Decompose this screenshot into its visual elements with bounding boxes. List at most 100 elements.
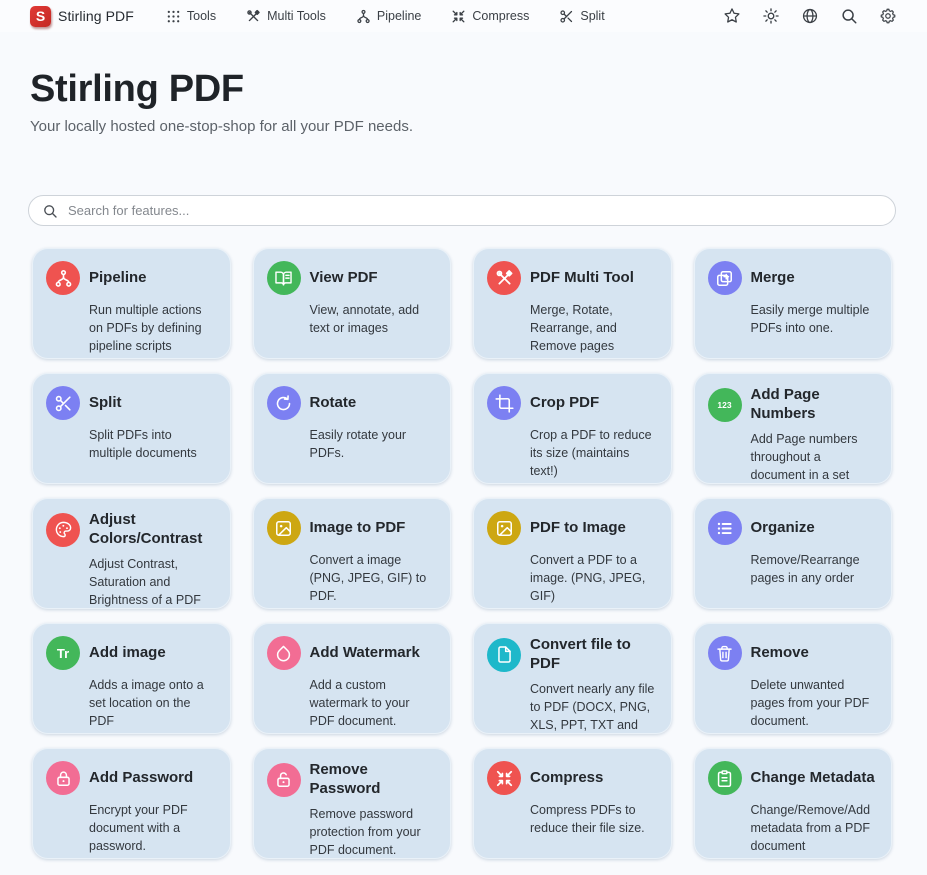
card-description: Convert a image (PNG, JPEG, GIF) to PDF. xyxy=(310,551,438,605)
globe-icon[interactable] xyxy=(801,7,819,25)
merge-icon xyxy=(708,261,742,295)
card-title: Add Watermark xyxy=(310,644,420,663)
card-title: Change Metadata xyxy=(751,769,875,788)
tools-icon xyxy=(487,261,521,295)
card-description: View, annotate, add text or images xyxy=(310,301,438,337)
tool-card-pdf-to-image[interactable]: PDF to Image Convert a PDF to a image. (… xyxy=(473,498,672,609)
card-title: Rotate xyxy=(310,394,357,413)
page-subtitle: Your locally hosted one-stop-shop for al… xyxy=(30,118,897,135)
tool-card-rotate[interactable]: Rotate Easily rotate your PDFs. xyxy=(253,373,452,484)
card-title: Pipeline xyxy=(89,269,147,288)
nav-item-label: Compress xyxy=(472,9,529,23)
card-description: Split PDFs into multiple documents xyxy=(89,426,217,462)
nav-item-pipeline[interactable]: Pipeline xyxy=(356,9,421,24)
text-icon: Tr xyxy=(46,636,80,670)
card-description: Encrypt your PDF document with a passwor… xyxy=(89,801,217,855)
brand-label: Stirling PDF xyxy=(58,8,134,24)
card-description: Remove password protection from your PDF… xyxy=(310,805,438,859)
card-description: Adjust Contrast, Saturation and Brightne… xyxy=(89,555,217,609)
card-description: Easily rotate your PDFs. xyxy=(310,426,438,462)
tools-icon xyxy=(246,9,261,24)
trash-icon xyxy=(708,636,742,670)
sun-icon[interactable] xyxy=(762,7,780,25)
tool-card-add-image[interactable]: Tr Add image Adds a image onto a set loc… xyxy=(32,623,231,734)
unlock-icon xyxy=(267,763,301,797)
nav-item-label: Pipeline xyxy=(377,9,421,23)
card-description: Merge, Rotate, Rearrange, and Remove pag… xyxy=(530,301,658,355)
nav-item-split[interactable]: Split xyxy=(559,9,604,24)
nav-items: Tools Multi Tools Pipeline Compress Spli… xyxy=(166,9,605,24)
card-description: Adds a image onto a set location on the … xyxy=(89,676,217,730)
droplet-icon xyxy=(267,636,301,670)
tool-card-pdf-multi-tool[interactable]: PDF Multi Tool Merge, Rotate, Rearrange,… xyxy=(473,248,672,359)
list-icon xyxy=(708,511,742,545)
nav-item-multi-tools[interactable]: Multi Tools xyxy=(246,9,326,24)
tool-card-image-to-pdf[interactable]: Image to PDF Convert a image (PNG, JPEG,… xyxy=(253,498,452,609)
card-description: Crop a PDF to reduce its size (maintains… xyxy=(530,426,658,480)
card-description: Easily merge multiple PDFs into one. xyxy=(751,301,879,337)
tool-card-organize[interactable]: Organize Remove/Rearrange pages in any o… xyxy=(694,498,893,609)
card-title: Convert file to PDF xyxy=(530,636,658,674)
image-icon xyxy=(267,511,301,545)
card-title: Add Page Numbers xyxy=(751,386,879,424)
file-icon xyxy=(487,638,521,672)
card-title: PDF to Image xyxy=(530,519,626,538)
card-title: Compress xyxy=(530,769,603,788)
card-description: Convert a PDF to a image. (PNG, JPEG, GI… xyxy=(530,551,658,605)
search-icon[interactable] xyxy=(840,7,858,25)
brand-home-link[interactable]: S Stirling PDF xyxy=(30,6,134,27)
star-icon[interactable] xyxy=(723,7,741,25)
crop-icon xyxy=(487,386,521,420)
compress-icon xyxy=(487,761,521,795)
stirling-logo-icon: S xyxy=(30,6,51,27)
navbar: S Stirling PDF Tools Multi Tools Pipelin… xyxy=(0,0,927,32)
search-section xyxy=(0,135,927,226)
tool-card-adjust-colors-contrast[interactable]: Adjust Colors/Contrast Adjust Contrast, … xyxy=(32,498,231,609)
clipboard-icon xyxy=(708,761,742,795)
tool-card-add-page-numbers[interactable]: 123 Add Page Numbers Add Page numbers th… xyxy=(694,373,893,484)
pipeline-icon xyxy=(46,261,80,295)
card-description: Compress PDFs to reduce their file size. xyxy=(530,801,658,837)
search-input[interactable] xyxy=(29,196,895,225)
tool-card-pipeline[interactable]: Pipeline Run multiple actions on PDFs by… xyxy=(32,248,231,359)
card-description: Convert nearly any file to PDF (DOCX, PN… xyxy=(530,680,658,735)
tool-card-merge[interactable]: Merge Easily merge multiple PDFs into on… xyxy=(694,248,893,359)
card-title: Crop PDF xyxy=(530,394,599,413)
scissors-icon xyxy=(46,386,80,420)
search-icon xyxy=(42,203,58,219)
tool-card-add-watermark[interactable]: Add Watermark Add a custom watermark to … xyxy=(253,623,452,734)
palette-icon xyxy=(46,513,80,547)
hero: Stirling PDF Your locally hosted one-sto… xyxy=(0,32,927,135)
gear-icon[interactable] xyxy=(879,7,897,25)
tool-card-change-metadata[interactable]: Change Metadata Change/Remove/Add metada… xyxy=(694,748,893,859)
tool-card-remove-password[interactable]: Remove Password Remove password protecti… xyxy=(253,748,452,859)
book-open-icon xyxy=(267,261,301,295)
tool-card-view-pdf[interactable]: View PDF View, annotate, add text or ima… xyxy=(253,248,452,359)
search-box xyxy=(28,195,896,226)
nav-item-label: Split xyxy=(580,9,604,23)
nav-item-tools[interactable]: Tools xyxy=(166,9,216,24)
card-title: PDF Multi Tool xyxy=(530,269,634,288)
tool-card-compress[interactable]: Compress Compress PDFs to reduce their f… xyxy=(473,748,672,859)
card-description: Add a custom watermark to your PDF docum… xyxy=(310,676,438,730)
card-title: Merge xyxy=(751,269,795,288)
card-description: Delete unwanted pages from your PDF docu… xyxy=(751,676,879,730)
card-title: Image to PDF xyxy=(310,519,406,538)
card-description: Run multiple actions on PDFs by defining… xyxy=(89,301,217,355)
card-title: Remove Password xyxy=(310,761,438,799)
card-title: Add Password xyxy=(89,769,193,788)
card-description: Add Page numbers throughout a document i… xyxy=(751,430,879,485)
compress-icon xyxy=(451,9,466,24)
tool-card-split[interactable]: Split Split PDFs into multiple documents xyxy=(32,373,231,484)
card-title: View PDF xyxy=(310,269,378,288)
nav-item-compress[interactable]: Compress xyxy=(451,9,529,24)
tool-card-grid: Pipeline Run multiple actions on PDFs by… xyxy=(32,248,892,859)
scissors-icon xyxy=(559,9,574,24)
tool-card-remove[interactable]: Remove Delete unwanted pages from your P… xyxy=(694,623,893,734)
tool-card-crop-pdf[interactable]: Crop PDF Crop a PDF to reduce its size (… xyxy=(473,373,672,484)
page-title: Stirling PDF xyxy=(30,68,897,111)
card-title: Split xyxy=(89,394,122,413)
tool-card-convert-file-to-pdf[interactable]: Convert file to PDF Convert nearly any f… xyxy=(473,623,672,734)
card-description: Remove/Rearrange pages in any order xyxy=(751,551,879,587)
tool-card-add-password[interactable]: Add Password Encrypt your PDF document w… xyxy=(32,748,231,859)
